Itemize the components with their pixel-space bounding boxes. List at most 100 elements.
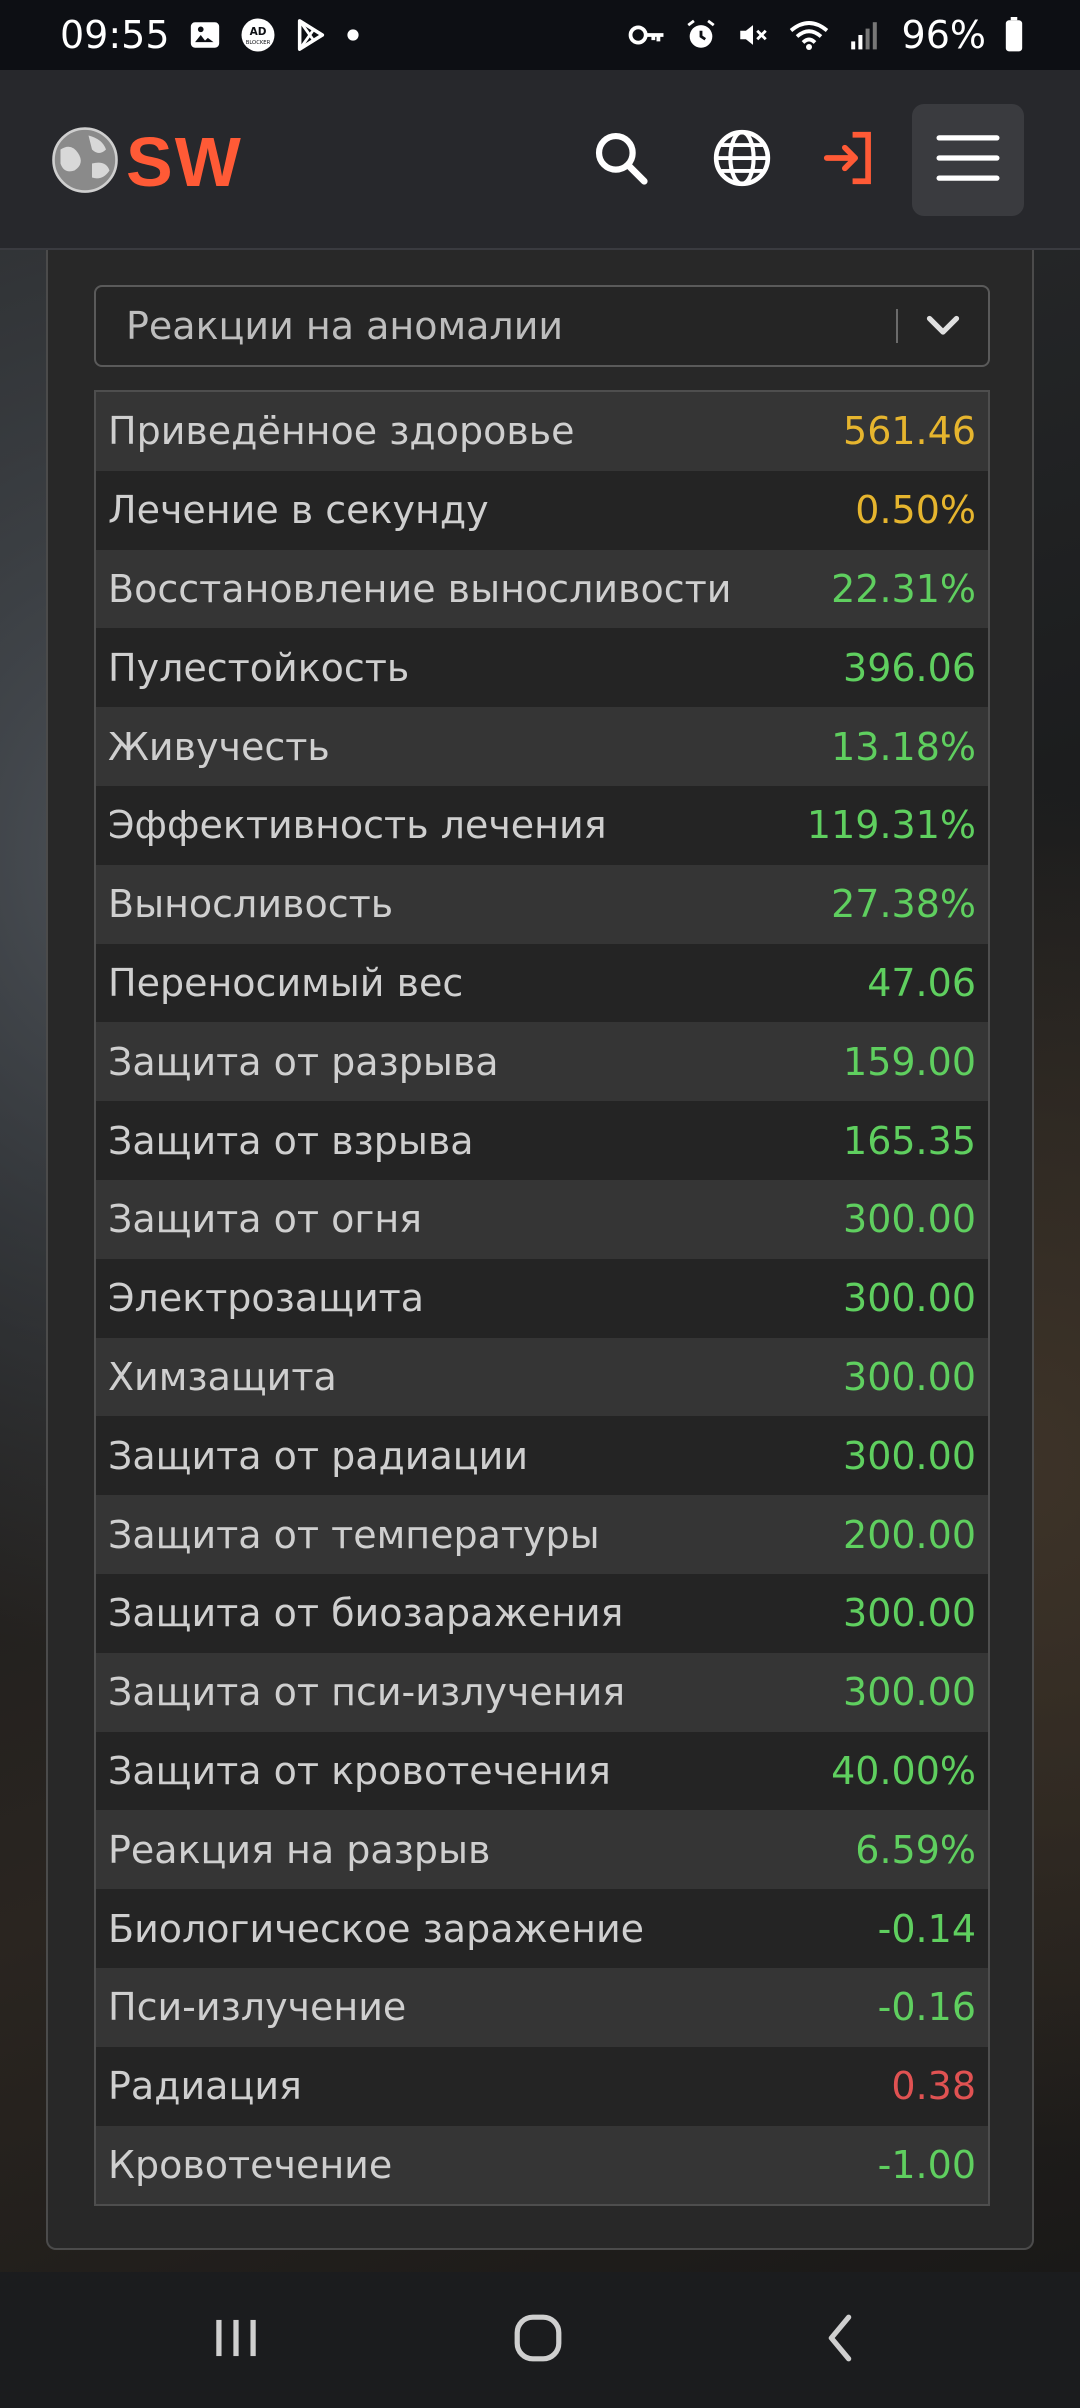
stat-row: Реакция на разрыв 6.59% <box>96 1810 988 1890</box>
stat-label: Радиация <box>108 2064 302 2109</box>
stat-label: Защита от пси-излучения <box>108 1670 626 1715</box>
globe-icon <box>711 127 773 193</box>
adblocker-icon: AD BLOCKER <box>240 17 276 53</box>
stat-value: 27.38% <box>831 882 976 927</box>
play-store-icon <box>294 18 328 52</box>
stat-label: Реакция на разрыв <box>108 1827 491 1872</box>
battery-percentage: 96% <box>901 13 986 57</box>
dot-icon <box>346 28 360 42</box>
stat-label: Биологическое заражение <box>108 1906 645 1951</box>
stat-row: Электрозащита 300.00 <box>96 1258 988 1338</box>
stat-label: Защита от радиации <box>108 1433 529 1478</box>
key-icon <box>628 20 666 50</box>
mute-icon <box>736 18 770 52</box>
stat-label: Защита от биозаражения <box>108 1591 624 1636</box>
stat-value: 13.18% <box>831 724 976 769</box>
globe-logo-icon <box>50 125 120 199</box>
gallery-icon <box>188 18 222 52</box>
stat-label: Пси-излучение <box>108 1985 407 2030</box>
stat-value: 0.38 <box>891 2064 976 2109</box>
stat-value: 6.59% <box>855 1827 976 1872</box>
menu-button[interactable] <box>912 104 1024 216</box>
stat-row: Восстановление выносливости 22.31% <box>96 549 988 629</box>
stat-label: Восстановление выносливости <box>108 566 732 611</box>
stat-value: 300.00 <box>843 1276 976 1321</box>
stat-row: Эффективность лечения 119.31% <box>96 785 988 865</box>
status-time: 09:55 <box>60 13 170 57</box>
stat-value: 40.00% <box>831 1748 976 1793</box>
stat-value: 47.06 <box>867 960 976 1005</box>
stat-label: Электрозащита <box>108 1276 425 1321</box>
home-icon <box>512 2312 564 2368</box>
stats-table: Приведённое здоровье 561.46 Лечение в секу… <box>94 390 990 2207</box>
stat-value: 300.00 <box>843 1433 976 1478</box>
stat-label: Защита от кровотечения <box>108 1748 611 1793</box>
category-select[interactable]: Реакции на аномалии <box>94 285 990 367</box>
stat-value: 396.06 <box>843 645 976 690</box>
stat-row: Защита от кровотечения 40.00% <box>96 1731 988 1811</box>
stat-label: Защита от температуры <box>108 1512 600 1557</box>
back-button[interactable] <box>790 2300 890 2380</box>
stat-label: Химзащита <box>108 1354 337 1399</box>
stat-label: Защита от огня <box>108 1197 423 1242</box>
hamburger-menu-icon <box>933 130 1003 190</box>
stats-panel: Реакции на аномалии Приведённое здоровье… <box>46 250 1034 2250</box>
stat-value: 200.00 <box>843 1512 976 1557</box>
stat-row: Приведённое здоровье 561.46 <box>96 392 988 471</box>
stat-row: Пси-излучение -0.16 <box>96 1967 988 2047</box>
stat-value: 300.00 <box>843 1670 976 1715</box>
stat-value: -1.00 <box>877 2142 976 2187</box>
stat-row: Кровотечение -1.00 <box>96 2125 988 2205</box>
stat-value: 561.46 <box>843 409 976 454</box>
svg-text:BLOCKER: BLOCKER <box>245 40 270 46</box>
login-button[interactable] <box>794 104 906 216</box>
stat-row: Лечение в секунду 0.50% <box>96 470 988 550</box>
stat-row: Защита от огня 300.00 <box>96 1179 988 1259</box>
home-button[interactable] <box>488 2300 588 2380</box>
stat-value: 0.50% <box>855 488 976 533</box>
stat-row: Биологическое заражение -0.14 <box>96 1889 988 1968</box>
stat-row: Радиация 0.38 <box>96 2046 988 2126</box>
stat-row: Защита от пси-излучения 300.00 <box>96 1652 988 1732</box>
stat-row: Защита от взрыва 165.35 <box>96 1101 988 1180</box>
recent-apps-button[interactable] <box>186 2300 286 2380</box>
stat-label: Переносимый вес <box>108 960 464 1005</box>
stat-label: Эффективность лечения <box>108 803 607 848</box>
stat-value: -0.14 <box>877 1906 976 1951</box>
stat-row: Живучесть 13.18% <box>96 707 988 786</box>
select-value: Реакции на аномалии <box>126 304 564 348</box>
stat-row: Пулестойкость 396.06 <box>96 628 988 708</box>
back-icon <box>820 2312 860 2368</box>
search-button[interactable] <box>565 104 677 216</box>
language-button[interactable] <box>686 104 798 216</box>
stat-value: 165.35 <box>843 1118 976 1163</box>
stat-row: Переносимый вес 47.06 <box>96 943 988 1023</box>
app-header: SW <box>0 70 1080 250</box>
stat-value: 300.00 <box>843 1197 976 1242</box>
site-logo[interactable]: SW <box>50 122 243 202</box>
login-icon <box>819 127 881 193</box>
stat-row: Защита от радиации 300.00 <box>96 1416 988 1496</box>
logo-text: SW <box>126 123 243 201</box>
stat-label: Пулестойкость <box>108 645 410 690</box>
svg-text:AD: AD <box>249 26 266 38</box>
stat-label: Лечение в секунду <box>108 488 489 533</box>
stat-label: Защита от взрыва <box>108 1118 474 1163</box>
stat-value: 159.00 <box>843 1039 976 1084</box>
stat-value: 300.00 <box>843 1591 976 1636</box>
stat-row: Защита от биозаражения 300.00 <box>96 1573 988 1653</box>
signal-icon <box>848 19 880 51</box>
select-separator <box>896 309 898 343</box>
stat-value: 119.31% <box>806 803 976 848</box>
stat-row: Химзащита 300.00 <box>96 1337 988 1417</box>
chevron-down-icon[interactable] <box>918 306 968 346</box>
stat-label: Живучесть <box>108 724 330 769</box>
stat-label: Защита от разрыва <box>108 1039 499 1084</box>
battery-icon <box>1004 17 1024 53</box>
stat-label: Выносливость <box>108 882 394 927</box>
status-bar: 09:55 AD BLOCKER 96% <box>0 0 1080 70</box>
stat-row: Защита от разрыва 159.00 <box>96 1022 988 1102</box>
stat-value: 300.00 <box>843 1354 976 1399</box>
stat-label: Кровотечение <box>108 2142 393 2187</box>
wifi-icon <box>788 18 830 52</box>
